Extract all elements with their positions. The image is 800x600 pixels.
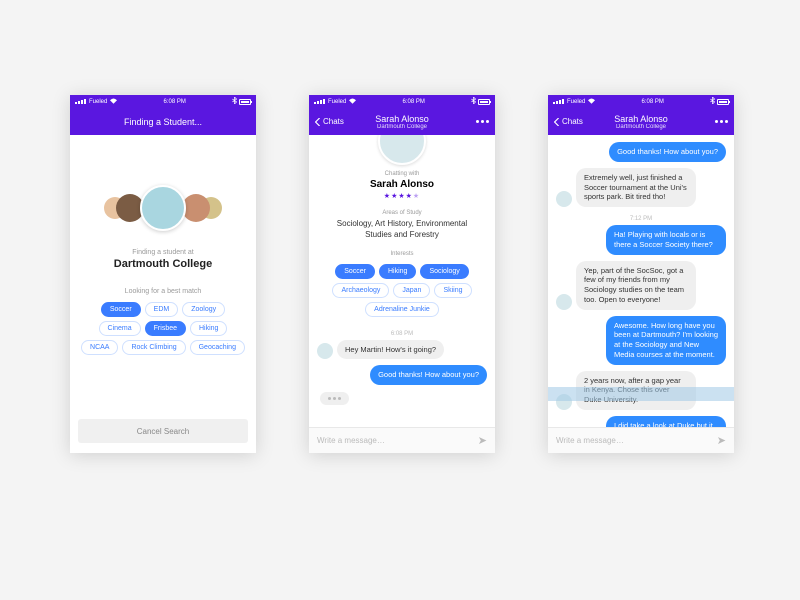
message-bubble: I did take a look at Duke but it seems a…	[606, 416, 726, 427]
interest-tags: Soccer EDMZoology Cinema Frisbee Hiking NCAA R…	[80, 302, 246, 355]
interest-pill[interactable]: Geocaching	[190, 340, 245, 355]
typing-row	[309, 388, 495, 409]
bluetooth-icon	[471, 97, 476, 106]
screen-chat: 4. Chat Fueled 6:08 PM Chats Sarah Alons…	[548, 95, 734, 453]
avatar-carousel[interactable]	[70, 185, 256, 231]
carrier: Fueled	[328, 99, 346, 105]
interest-pill[interactable]: Frisbee	[145, 321, 186, 336]
wifi-icon	[349, 98, 356, 106]
battery-icon	[239, 99, 251, 105]
message-row: Good thanks! How about you?	[548, 139, 734, 165]
chat-body[interactable]: Good thanks! How about you? Extremely we…	[548, 135, 734, 427]
interest-pill[interactable]: EDM	[145, 302, 179, 317]
overlay	[548, 387, 734, 401]
interest-pill[interactable]: Adrenaline Junkie	[365, 302, 439, 317]
message-bubble: Ha! Playing with locals or is there a So…	[606, 225, 726, 255]
interest-pill[interactable]: Archaeology	[332, 283, 389, 298]
composer[interactable]: Write a message… ➤	[309, 427, 495, 453]
message-row: Yep, part of the SocSoc, got a few of my…	[548, 258, 734, 313]
battery-icon	[478, 99, 490, 105]
interest-pill[interactable]: Soccer	[335, 264, 375, 279]
interest-pill[interactable]: Zoology	[182, 302, 225, 317]
back-label: Chats	[562, 117, 583, 126]
college-name: Dartmouth College	[70, 258, 256, 270]
carrier: Fueled	[567, 99, 585, 105]
back-button[interactable]: Chats	[315, 117, 344, 126]
interest-pill[interactable]: Hiking	[190, 321, 227, 336]
signal-icon	[314, 99, 325, 104]
screen-matching: 2. Matching Fueled 6:08 PM Finding a Stu…	[70, 95, 256, 453]
avatar[interactable]	[317, 343, 333, 359]
interest-pill[interactable]: Skiing	[434, 283, 471, 298]
profile-name: Sarah Alonso	[309, 179, 495, 190]
screen-chat-intro: 3. Chat Intro Fueled 6:08 PM Chats Sarah…	[309, 95, 495, 453]
nav-bar: Finding a Student...	[70, 108, 256, 135]
chevron-left-icon	[554, 118, 560, 126]
matching-body: Finding a student at Dartmouth College L…	[70, 135, 256, 453]
message-bubble: Yep, part of the SocSoc, got a few of my…	[576, 261, 696, 310]
message-bubble: Good thanks! How about you?	[609, 142, 726, 162]
more-button[interactable]	[715, 120, 728, 123]
chat-intro-body: Chatting with Sarah Alonso ★★★★★ Areas o…	[309, 135, 495, 427]
interest-pill[interactable]: Sociology	[420, 264, 468, 279]
chevron-left-icon	[315, 118, 321, 126]
nav-title: Finding a Student...	[70, 117, 256, 127]
message-row: Good thanks! How about you?	[309, 362, 495, 388]
status-bar: Fueled 6:08 PM	[548, 95, 734, 108]
typing-indicator	[320, 392, 349, 405]
interests-heading: Interests	[309, 251, 495, 257]
message-bubble: Good thanks! How about you?	[370, 365, 487, 385]
interest-pill[interactable]: Rock Climbing	[122, 340, 185, 355]
avatar[interactable]	[140, 185, 186, 231]
message-bubble: Extremely well, just finished a Soccer t…	[576, 168, 696, 207]
composer-placeholder: Write a message…	[556, 436, 624, 445]
interest-pill[interactable]: Cinema	[99, 321, 141, 336]
composer-placeholder: Write a message…	[317, 436, 385, 445]
battery-icon	[717, 99, 729, 105]
composer[interactable]: Write a message… ➤	[548, 427, 734, 453]
message-row: I did take a look at Duke but it seems a…	[548, 413, 734, 427]
finding-text: Finding a student at	[70, 249, 256, 256]
clock: 6:08 PM	[356, 99, 471, 105]
message-row: Awesome. How long have you been at Dartm…	[548, 313, 734, 368]
nav-bar: Chats Sarah Alonso Dartmouth College	[548, 108, 734, 135]
message-row: Ha! Playing with locals or is there a So…	[548, 222, 734, 258]
back-button[interactable]: Chats	[554, 117, 583, 126]
avatar[interactable]	[556, 294, 572, 310]
send-button[interactable]: ➤	[717, 434, 726, 447]
send-button[interactable]: ➤	[478, 434, 487, 447]
status-bar: Fueled 6:08 PM	[309, 95, 495, 108]
interest-pill[interactable]: NCAA	[81, 340, 118, 355]
areas-text: Sociology, Art History, Environmental St…	[323, 219, 481, 241]
message-row: Hey Martin! How's it going?	[309, 337, 495, 363]
signal-icon	[75, 99, 86, 104]
interest-tags: Soccer Hiking Sociology Archaeology Japan Ski…	[319, 264, 485, 317]
more-button[interactable]	[476, 120, 489, 123]
interest-pill[interactable]: Soccer	[101, 302, 141, 317]
status-bar: Fueled 6:08 PM	[70, 95, 256, 108]
rating-stars: ★★★★★	[309, 192, 495, 200]
message-bubble: Awesome. How long have you been at Dartm…	[606, 316, 726, 365]
carrier: Fueled	[89, 99, 107, 105]
wifi-icon	[588, 98, 595, 106]
interest-pill[interactable]: Hiking	[379, 264, 416, 279]
wifi-icon	[110, 98, 117, 106]
back-label: Chats	[323, 117, 344, 126]
message-row: Extremely well, just finished a Soccer t…	[548, 165, 734, 210]
bluetooth-icon	[232, 97, 237, 106]
areas-heading: Areas of Study	[309, 210, 495, 216]
interest-pill[interactable]: Japan	[393, 283, 430, 298]
clock: 6:08 PM	[595, 99, 710, 105]
avatar[interactable]	[182, 194, 210, 222]
profile-avatar[interactable]	[378, 135, 426, 165]
nav-bar: Chats Sarah Alonso Dartmouth College	[309, 108, 495, 135]
cancel-button[interactable]: Cancel Search	[78, 419, 248, 443]
looking-text: Looking for a best match	[70, 288, 256, 295]
chatting-with: Chatting with	[309, 171, 495, 177]
bluetooth-icon	[710, 97, 715, 106]
message-bubble: Hey Martin! How's it going?	[337, 340, 444, 360]
avatar[interactable]	[556, 191, 572, 207]
signal-icon	[553, 99, 564, 104]
clock: 6:08 PM	[117, 99, 232, 105]
